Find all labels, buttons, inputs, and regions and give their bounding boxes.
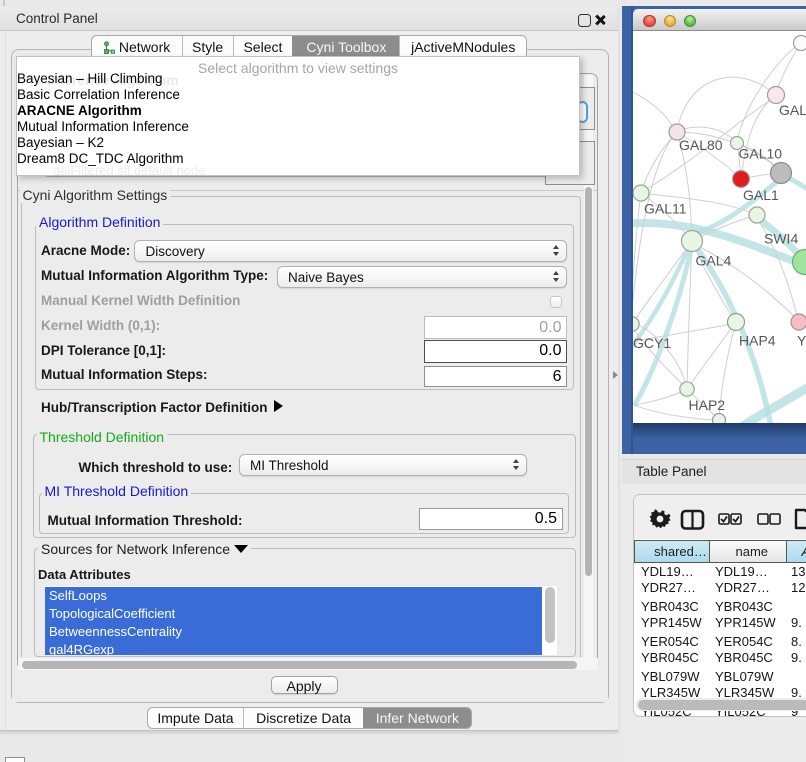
svg-text:HAP2: HAP2 — [689, 397, 726, 413]
svg-text:GAL11: GAL11 — [644, 201, 687, 217]
svg-text:GAL4: GAL4 — [696, 253, 732, 269]
svg-text:GCY1: GCY1 — [633, 335, 671, 351]
svg-text:HAP4: HAP4 — [739, 333, 776, 349]
svg-text:GAL10: GAL10 — [739, 146, 783, 162]
svg-text:Y: Y — [797, 333, 806, 349]
svg-text:GAL: GAL — [779, 102, 806, 118]
svg-text:GAL80: GAL80 — [679, 137, 723, 153]
svg-text:GAL1: GAL1 — [743, 187, 779, 203]
svg-text:SWI4: SWI4 — [764, 231, 798, 247]
